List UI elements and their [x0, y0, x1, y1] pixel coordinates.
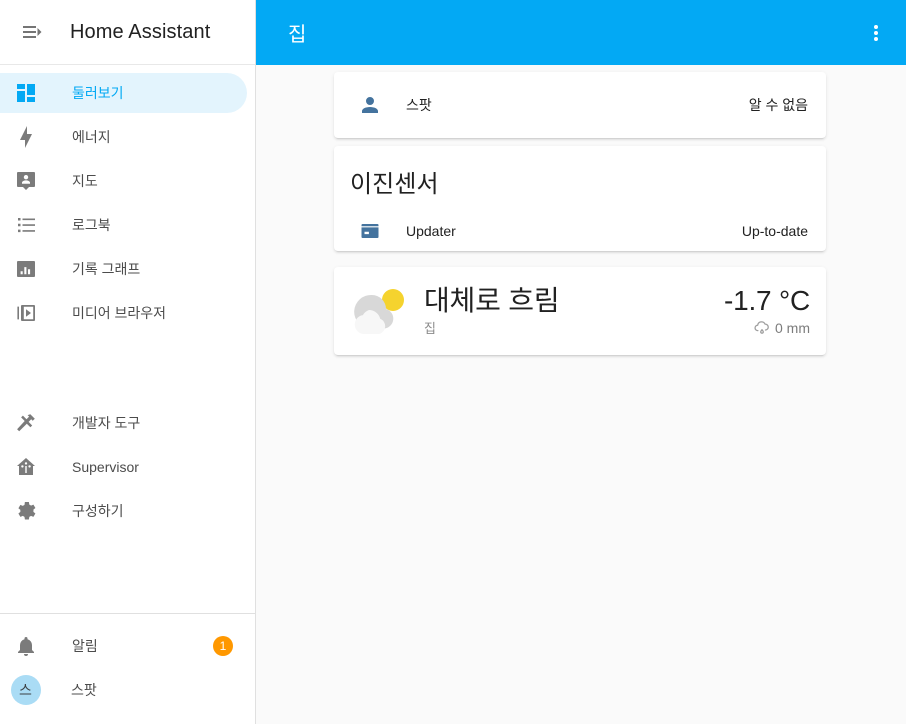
page-title: 집: [288, 24, 307, 46]
play-box-outline-icon: [12, 299, 40, 327]
sidebar-item-notifications[interactable]: 알림 1: [0, 626, 247, 666]
account-badge-icon: [12, 167, 40, 195]
sidebar-item-label: Supervisor: [72, 459, 139, 475]
chart-box-icon: [12, 255, 40, 283]
sidebar-item-developer-tools[interactable]: 개발자 도구: [0, 403, 247, 443]
hammer-wrench-icon: [12, 409, 40, 437]
sidebar-item-logbook[interactable]: 로그북: [0, 205, 247, 245]
dashboard-content: 스팟 알 수 없음 이진센서 Updater Up-to-date 대체로 흐림…: [256, 65, 906, 724]
app-root: Home Assistant 둘러보기 에너지 지도 로그북 기록 그래프 미디…: [0, 0, 906, 724]
sidebar-item-history[interactable]: 기록 그래프: [0, 249, 247, 289]
entity-state: Up-to-date: [741, 223, 808, 239]
entity-row[interactable]: Updater Up-to-date: [334, 211, 826, 251]
sidebar-item-media-browser[interactable]: 미디어 브라우저: [0, 293, 247, 333]
binary-sensor-card: 이진센서 Updater Up-to-date: [334, 146, 826, 251]
sidebar-item-label: 개발자 도구: [72, 415, 141, 431]
sidebar-item-label: 둘러보기: [72, 85, 124, 101]
lightning-bolt-icon: [12, 123, 40, 151]
avatar: 스: [10, 675, 41, 705]
weather-precipitation-value: 0 mm: [775, 320, 810, 337]
package-icon: [350, 211, 390, 251]
weather-card[interactable]: 대체로 흐림 집 -1.7 °C 0 mm: [334, 267, 826, 355]
sidebar-item-label: 기록 그래프: [72, 261, 141, 277]
entity-row[interactable]: 스팟 알 수 없음: [334, 85, 826, 125]
app-bar: 집: [256, 0, 906, 65]
notification-badge: 1: [213, 636, 233, 656]
bell-icon: [12, 632, 40, 660]
sidebar-bottom-nav: 알림 1 스 스팟: [0, 614, 255, 724]
weather-location: 집: [424, 321, 436, 337]
person-card: 스팟 알 수 없음: [334, 72, 826, 138]
entity-name: 스팟: [406, 97, 432, 113]
home-assistant-supervisor-icon: [12, 453, 40, 481]
weather-rainy-icon: [753, 319, 771, 337]
sidebar-tools-nav: 개발자 도구 Supervisor 구성하기: [0, 399, 255, 535]
weather-texts: 대체로 흐림 집: [424, 285, 724, 337]
entity-state: 알 수 없음: [748, 97, 808, 113]
weather-precipitation: 0 mm: [724, 319, 810, 337]
cog-icon: [12, 497, 40, 525]
sidebar-item-configuration[interactable]: 구성하기: [0, 491, 247, 531]
sidebar-item-label: 스팟: [71, 682, 97, 698]
sidebar-title: Home Assistant: [70, 20, 211, 43]
sidebar-item-label: 알림: [72, 638, 98, 654]
sidebar-item-supervisor[interactable]: Supervisor: [0, 447, 247, 487]
view-dashboard-icon: [12, 79, 40, 107]
dots-vertical-icon[interactable]: [856, 13, 896, 53]
sidebar-item-map[interactable]: 지도: [0, 161, 247, 201]
menu-open-icon[interactable]: [12, 12, 52, 52]
sidebar-item-user-profile[interactable]: 스 스팟: [0, 670, 247, 710]
format-list-bulleted-icon: [12, 211, 40, 239]
main-area: 집 스팟 알 수 없음 이진센서 Updater Up-to-date 대체로 …: [256, 0, 906, 724]
cards-column: 스팟 알 수 없음 이진센서 Updater Up-to-date 대체로 흐림…: [334, 65, 826, 355]
sidebar-item-label: 에너지: [72, 129, 111, 145]
sidebar-item-energy[interactable]: 에너지: [0, 117, 247, 157]
weather-condition: 대체로 흐림: [424, 284, 560, 316]
sidebar-main-nav: 둘러보기 에너지 지도 로그북 기록 그래프 미디어 브라우저: [0, 65, 255, 337]
sidebar-header: Home Assistant: [0, 0, 255, 65]
sidebar-item-label: 미디어 브라우저: [72, 305, 167, 321]
weather-readings: -1.7 °C 0 mm: [724, 285, 810, 337]
card-title: 이진센서: [350, 171, 439, 198]
entity-name: Updater: [406, 223, 456, 239]
partly-cloudy-icon: [352, 281, 412, 341]
sidebar-item-label: 구성하기: [72, 503, 124, 519]
sidebar: Home Assistant 둘러보기 에너지 지도 로그북 기록 그래프 미디…: [0, 0, 256, 724]
sidebar-item-label: 로그북: [72, 217, 111, 233]
sidebar-flex-spacer: [0, 535, 255, 609]
sidebar-item-label: 지도: [72, 173, 98, 189]
account-icon: [350, 85, 390, 125]
sidebar-item-overview[interactable]: 둘러보기: [0, 73, 247, 113]
avatar-initial: 스: [10, 675, 41, 705]
weather-temperature: -1.7 °C: [723, 284, 810, 316]
